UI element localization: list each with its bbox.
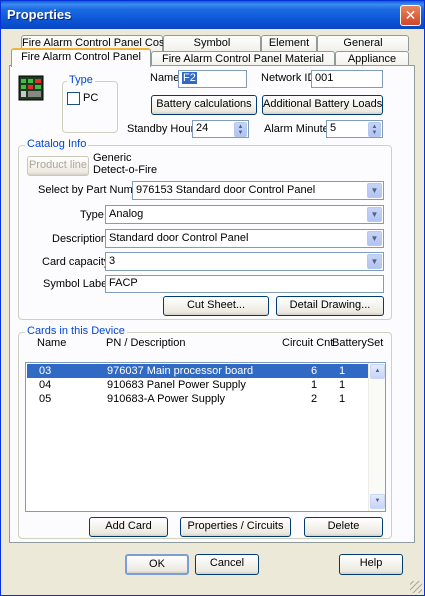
tab-symbol[interactable]: Symbol [163, 35, 261, 51]
column-header-pn[interactable]: PN / Description [106, 337, 185, 349]
table-row[interactable]: 04 910683 Panel Power Supply 1 1 [27, 378, 368, 392]
name-value: F2 [182, 72, 197, 84]
description-select[interactable]: Standard door Control Panel ▼ [105, 229, 384, 248]
part-number-value: 976153 Standard door Control Panel [136, 184, 316, 196]
name-field[interactable]: F2 [178, 70, 247, 88]
brand-text: Detect-o-Fire [93, 164, 158, 176]
row-circuit: 6 [311, 365, 318, 377]
ok-button[interactable]: OK [125, 554, 189, 575]
standby-hours-label: Standby Hours [127, 123, 200, 135]
type-value: Analog [109, 208, 144, 220]
chevron-down-icon[interactable]: ▼ [367, 254, 382, 269]
row-circuit: 2 [311, 393, 318, 405]
chevron-down-icon[interactable]: ▼ [367, 231, 382, 246]
part-number-select[interactable]: 976153 Standard door Control Panel ▼ [132, 181, 384, 200]
add-card-button[interactable]: Add Card [89, 517, 168, 537]
chevron-down-icon[interactable]: ▼ [367, 207, 382, 222]
detail-drawing-button[interactable]: Detail Drawing... [276, 296, 384, 316]
chevron-down-icon[interactable]: ▼ [367, 183, 382, 198]
row-circuit: 1 [311, 379, 318, 391]
type-group-legend: Type [67, 74, 95, 86]
battery-calculations-button[interactable]: Battery calculations [151, 95, 257, 115]
row-name: 03 [39, 365, 52, 377]
card-capacity-select[interactable]: 3 ▼ [105, 252, 384, 271]
type-group [62, 81, 118, 133]
product-line-button[interactable]: Product line [27, 156, 89, 176]
help-button[interactable]: Help [339, 554, 403, 575]
cards-legend: Cards in this Device [25, 325, 127, 337]
column-header-circuit[interactable]: Circuit Cnt [282, 337, 333, 349]
cut-sheet-button[interactable]: Cut Sheet... [163, 296, 269, 316]
properties-circuits-button[interactable]: Properties / Circuits [180, 517, 291, 537]
type-label: Type [80, 209, 104, 221]
title-bar[interactable]: Properties ✕ [1, 1, 424, 29]
delete-button[interactable]: Delete [304, 517, 383, 537]
alarm-minutes-field[interactable]: 5 ▲ ▼ [326, 120, 383, 138]
pc-checkbox[interactable] [67, 92, 80, 105]
pc-label: PC [83, 92, 99, 104]
column-header-battery[interactable]: BatterySet [332, 337, 383, 349]
alarm-minutes-value: 5 [330, 122, 337, 134]
cancel-button[interactable]: Cancel [195, 554, 259, 575]
window-title: Properties [7, 7, 72, 22]
column-header-name[interactable]: Name [37, 337, 66, 349]
row-pn: 976037 Main processor board [107, 365, 254, 377]
scroll-up-icon[interactable]: ▲ [370, 364, 385, 379]
cards-list[interactable]: 03 976037 Main processor board 6 1 04 91… [25, 362, 386, 512]
row-battery: 1 [339, 379, 346, 391]
symbol-label-label: Symbol Label [43, 278, 110, 290]
row-pn: 910683 Panel Power Supply [107, 379, 246, 391]
row-name: 05 [39, 393, 52, 405]
card-capacity-label: Card capacity [42, 256, 110, 268]
alarm-spinner-icon[interactable]: ▲ ▼ [368, 122, 381, 137]
standby-spinner-icon[interactable]: ▲ ▼ [234, 122, 247, 137]
resize-grip-icon[interactable] [410, 581, 422, 593]
description-label: Description [52, 233, 108, 245]
tab-general[interactable]: General [317, 35, 409, 51]
tab-fire-alarm-control-panel[interactable]: Fire Alarm Control Panel [11, 48, 151, 67]
tab-element[interactable]: Element [261, 35, 317, 51]
symbol-label-field[interactable]: FACP [105, 275, 384, 293]
additional-battery-loads-button[interactable]: Additional Battery Loads [262, 95, 383, 115]
row-battery: 1 [339, 365, 346, 377]
standby-hours-field[interactable]: 24 ▲ ▼ [192, 120, 249, 138]
row-battery: 1 [339, 393, 346, 405]
properties-dialog: Properties ✕ Fire Alarm Control Panel Co… [0, 0, 425, 596]
control-panel-icon [18, 75, 44, 101]
generic-text: Generic [93, 152, 132, 164]
row-name: 04 [39, 379, 52, 391]
close-button[interactable]: ✕ [400, 5, 421, 26]
type-select[interactable]: Analog ▼ [105, 205, 384, 224]
row-pn: 910683-A Power Supply [107, 393, 226, 405]
card-capacity-value: 3 [109, 255, 116, 267]
vertical-scrollbar[interactable]: ▲ ▼ [368, 363, 385, 511]
table-row[interactable]: 03 976037 Main processor board 6 1 [27, 364, 368, 378]
network-id-field[interactable]: 001 [311, 70, 383, 88]
description-value: Standard door Control Panel [109, 232, 249, 244]
alarm-minutes-label: Alarm Minutes [264, 123, 335, 135]
scroll-down-icon[interactable]: ▼ [370, 494, 385, 509]
catalog-info-legend: Catalog Info [25, 138, 89, 150]
network-id-label: Network ID [261, 72, 316, 84]
standby-hours-value: 24 [196, 122, 209, 134]
table-row[interactable]: 05 910683-A Power Supply 2 1 [27, 392, 368, 406]
name-label: Name [150, 72, 180, 84]
